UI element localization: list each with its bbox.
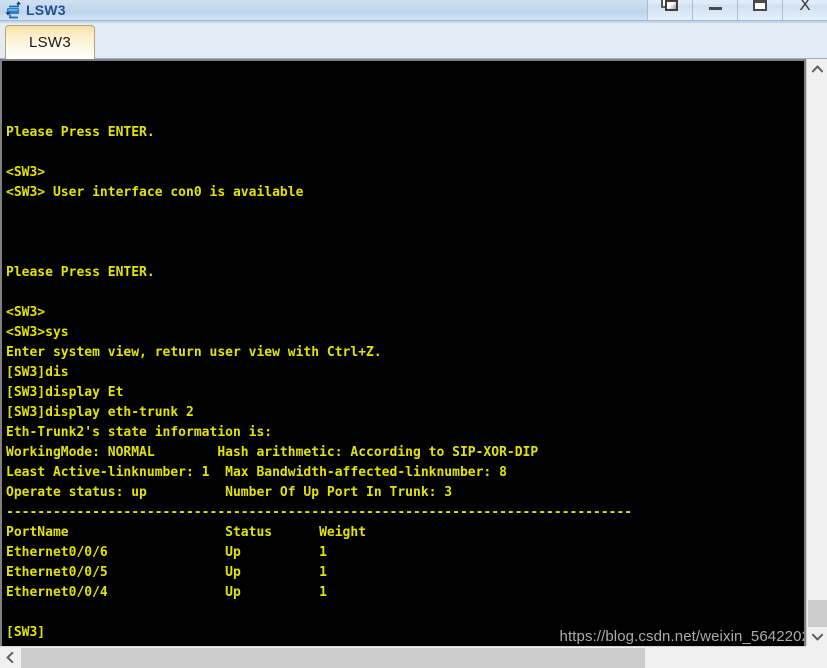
terminal-line: [SW3]dis: [6, 365, 69, 380]
maximize-button[interactable]: [737, 0, 782, 20]
terminal-line: ----------------------------------------…: [6, 505, 633, 520]
terminal-line: Please Press ENTER.: [6, 265, 155, 280]
horizontal-scrollbar[interactable]: [0, 646, 827, 668]
minimize-button[interactable]: [692, 0, 737, 20]
tab-lsw3[interactable]: LSW3: [5, 25, 95, 59]
switch-icon: [5, 0, 23, 20]
watermark-text: https://blog.csdn.net/weixin_5642202: [559, 628, 804, 645]
scrollbar-corner: [806, 646, 827, 668]
terminal-line: PortName Status Weight: [6, 525, 367, 540]
maximize-icon: [753, 0, 767, 11]
terminal-line: Ethernet0/0/4 Up 1: [6, 585, 327, 600]
vertical-scrollbar[interactable]: [806, 59, 827, 647]
tab-label: LSW3: [28, 34, 72, 51]
terminal-line: Ethernet0/0/5 Up 1: [6, 565, 327, 580]
window-title: LSW3: [26, 2, 66, 18]
chevron-up-icon: [811, 64, 823, 73]
terminal-line: WorkingMode: NORMAL Hash arithmetic: Acc…: [6, 445, 539, 460]
terminal-line: <SW3>: [6, 305, 46, 320]
terminal-line: <SW3>: [6, 165, 46, 180]
terminal-line: Operate status: up Number Of Up Port In …: [6, 485, 453, 500]
console-frame: Please Press ENTER. <SW3> <SW3> User inte…: [0, 59, 827, 646]
emulator-window: LSW3 X LSW3 Please Press ENTER. <SW3> <S…: [0, 0, 827, 668]
terminal-text: Please Press ENTER. <SW3> <SW3> User inte…: [6, 63, 804, 643]
close-button[interactable]: X: [782, 0, 827, 20]
chevron-down-icon: [811, 632, 823, 641]
close-icon: X: [799, 0, 811, 14]
terminal-line: Please Press ENTER.: [6, 125, 155, 140]
title-bar-left: LSW3: [0, 0, 66, 20]
chevron-left-icon: [6, 652, 14, 663]
tab-strip: LSW3: [0, 21, 827, 59]
terminal-line: Least Active-linknumber: 1 Max Bandwidth…: [6, 465, 507, 480]
terminal-line: Enter system view, return user view with…: [6, 345, 382, 360]
restore-button[interactable]: [647, 0, 692, 20]
scroll-left-button[interactable]: [0, 647, 20, 668]
terminal-line: Eth-Trunk2's state information is:: [6, 425, 273, 440]
minimize-icon: [708, 7, 722, 10]
scroll-down-button[interactable]: [807, 627, 827, 646]
horizontal-scroll-thumb[interactable]: [21, 648, 645, 668]
terminal-output[interactable]: Please Press ENTER. <SW3> <SW3> User inte…: [2, 61, 804, 646]
window-controls: X: [647, 0, 827, 20]
terminal-line: Ethernet0/0/6 Up 1: [6, 545, 327, 560]
terminal-line: <SW3> User interface con0 is available: [6, 185, 304, 200]
restore-icon: [661, 0, 679, 12]
terminal-line: [SW3]display eth-trunk 2: [6, 405, 194, 420]
scroll-up-button[interactable]: [807, 59, 827, 78]
title-bar: LSW3 X: [0, 0, 827, 21]
terminal-line: [SW3]display Et: [6, 385, 124, 400]
terminal-line: <SW3>sys: [6, 325, 69, 340]
